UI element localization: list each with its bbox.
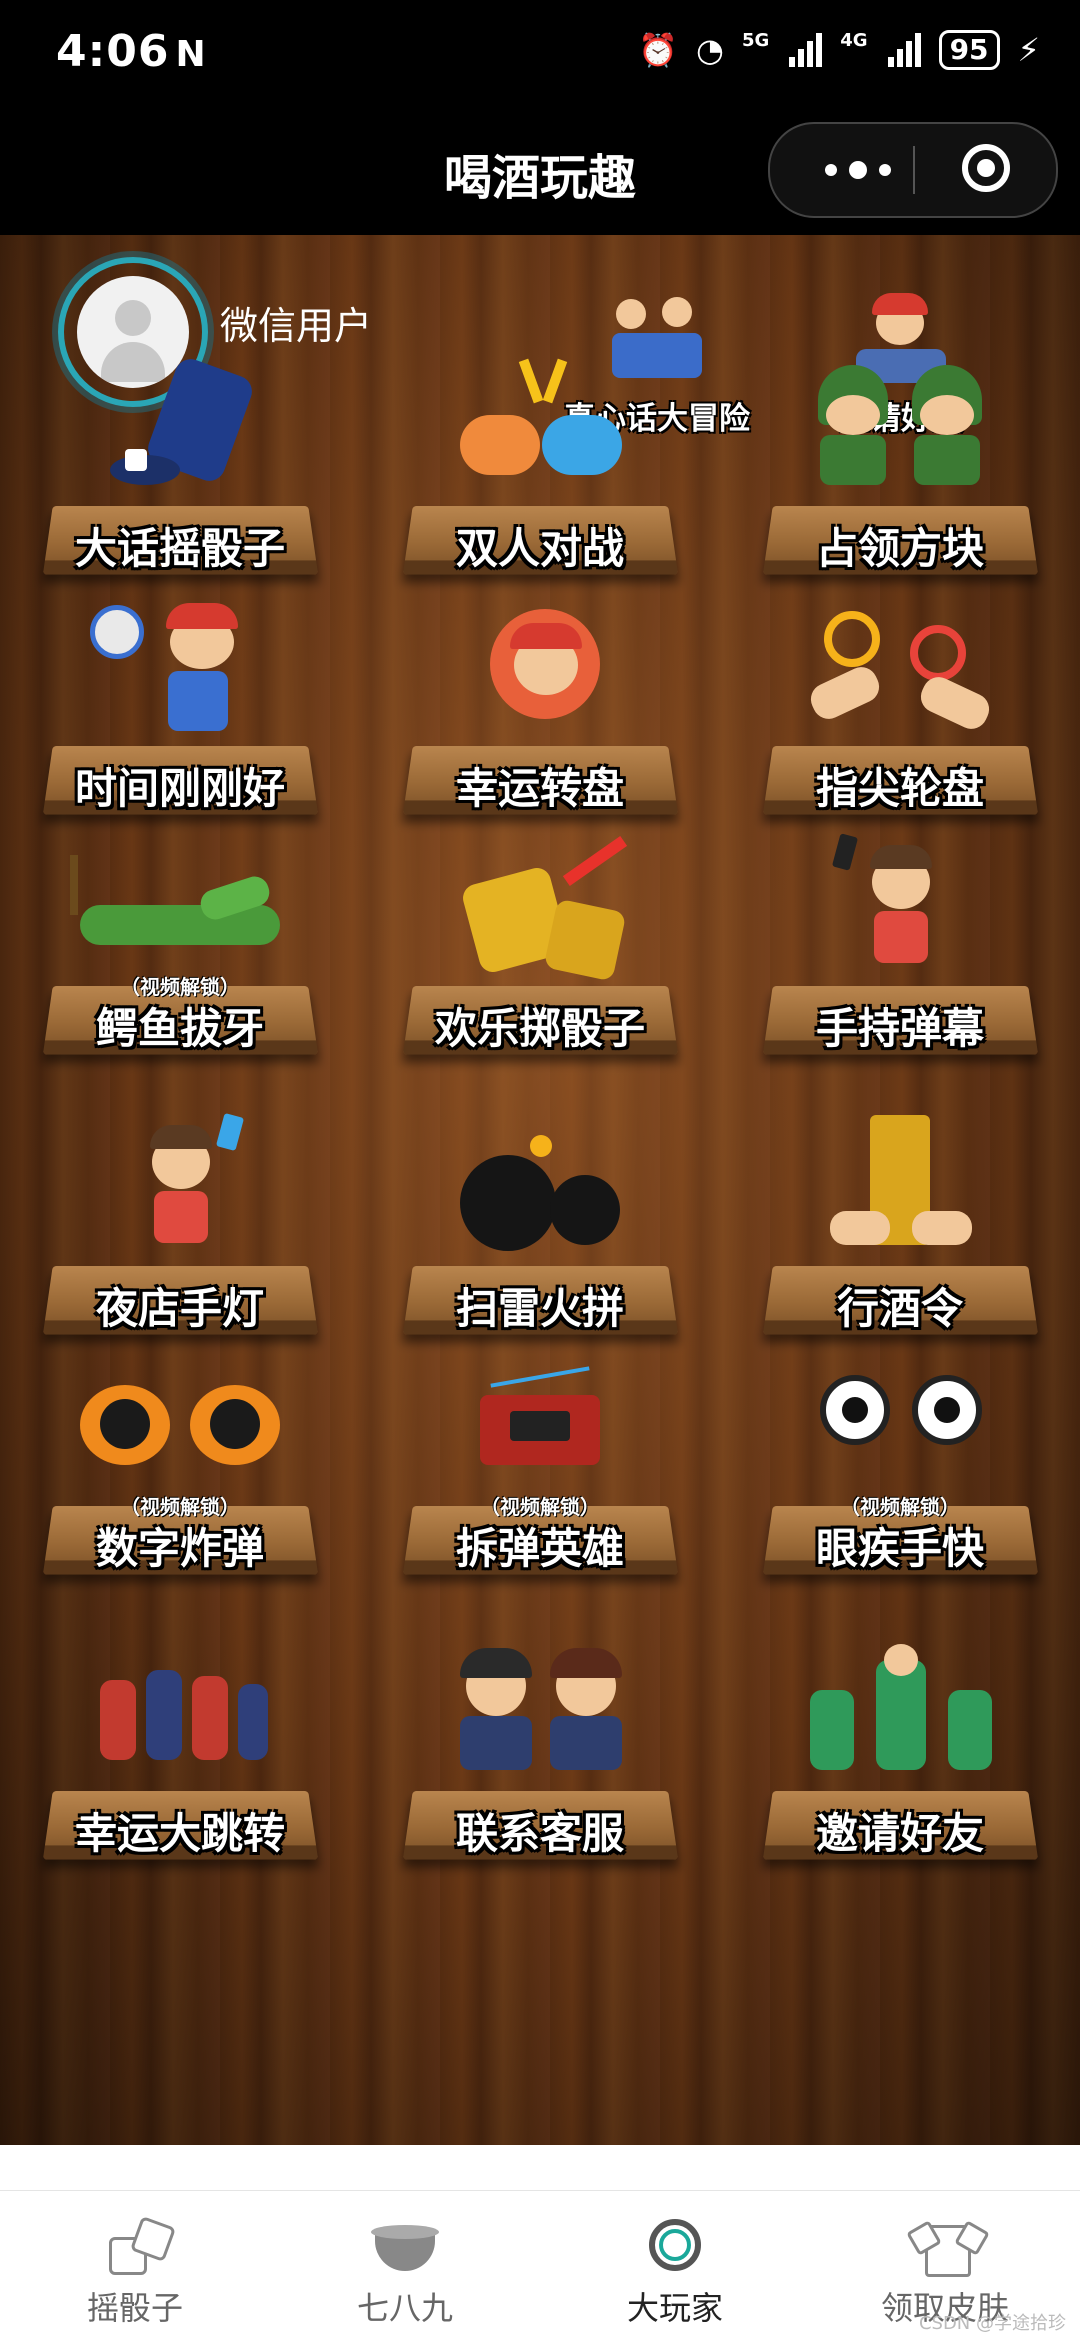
soldiers-icon [790,355,1010,505]
miniprogram-capsule [768,122,1058,218]
game-tile-bomb-defuse[interactable]: （视频解锁） 拆弹英雄 [390,1355,690,1595]
shirt-icon [905,2211,990,2281]
ring-icon [635,2211,715,2281]
game-tile-crocodile-teeth[interactable]: （视频解锁） 鳄鱼拔牙 [30,835,330,1075]
game-tile-perfect-timing[interactable]: 时间刚刚好 [30,595,330,835]
battery-indicator: 95 [938,30,1000,70]
alarm-icon: ⏰ [638,31,679,69]
close-miniprogram-button[interactable] [962,144,1010,192]
bottom-tab-bar: 摇骰子 七八九 大玩家 领取皮肤 CSDN @学途拾珍 [0,2190,1080,2341]
phone-wave-icon [790,833,1010,985]
nfc-icon: N [175,34,207,75]
clock: 4:06 N [56,26,207,77]
user-name: 微信用户 [220,303,373,348]
game-tile-happy-dice[interactable]: 欢乐掷骰子 [390,835,690,1075]
eyes-icon [790,1355,1010,1505]
fingertip-target-icon [790,595,1010,745]
game-tile-dice-bluff[interactable]: 大话摇骰子 [30,354,330,595]
game-tile-quick-eyes[interactable]: （视频解锁） 眼疾手快 [750,1355,1050,1595]
lucky-wheel-icon [430,595,650,745]
dice-cup-icon [70,354,290,505]
alarm-clock-character-icon [70,595,290,745]
game-tile-number-bomb[interactable]: （视频解锁） 数字炸弹 [30,1355,330,1595]
tab-seven-eight-nine[interactable]: 七八九 [270,2211,540,2329]
fist-bump-icon [430,355,650,505]
game-tile-club-light[interactable]: 夜店手灯 [30,1112,330,1355]
game-tile-minesweeper[interactable]: 扫雷火拼 [390,1115,690,1355]
wifi-icon: ◔ [696,31,724,69]
title-bar: 喝酒玩趣 [0,110,1080,235]
capsule-divider [913,146,915,194]
game-board: 微信用户 真心话大冒险 邀请好友 大话摇骰子 双人对战 占领方块 时间刚刚好 幸… [0,235,1080,2145]
game-tile-drinking-game[interactable]: 行酒令 [750,1115,1050,1355]
dynamite-icon [430,1355,650,1505]
golden-tokens-icon [790,1115,1010,1265]
signal-5g-icon [789,33,823,67]
signal-4g-label: 4G [840,30,868,51]
game-tile-customer-service[interactable]: 联系客服 [390,1640,690,1880]
game-tile-occupy-blocks[interactable]: 占领方块 [750,355,1050,595]
game-tile-lucky-wheel[interactable]: 幸运转盘 [390,595,690,835]
more-menu-button[interactable] [808,124,908,216]
watermark: CSDN @学途拾珍 [918,2313,1066,2334]
game-tile-fingertip-wheel[interactable]: 指尖轮盘 [750,595,1050,835]
customer-service-icon [430,1640,650,1790]
tabbar-spacer [0,2145,1080,2190]
tab-dice[interactable]: 摇骰子 [0,2211,270,2329]
number-bomb-icon [70,1355,290,1505]
phone-light-icon [70,1112,290,1265]
dancing-friends-icon [790,1640,1010,1790]
signal-5g-label: 5G [741,30,770,51]
signal-4g-icon [887,33,921,67]
charging-icon: ⚡ [1017,31,1040,69]
golden-dice-icon [430,835,650,985]
game-tile-lucky-jump[interactable]: 幸运大跳转 [30,1640,330,1880]
bowl-icon [365,2211,445,2281]
crocodile-icon [70,835,290,985]
game-tile-invite-friends[interactable]: 邀请好友 [750,1640,1050,1880]
bomb-icon [430,1115,650,1265]
dice-icon [95,2211,177,2281]
status-bar: 4:06 N ⏰ ◔ 5G 4G 95 ⚡ [0,0,1080,110]
game-tile-handheld-danmaku[interactable]: 手持弹幕 [750,833,1050,1075]
crowd-icon [70,1640,290,1790]
tab-big-player[interactable]: 大玩家 [540,2211,810,2329]
game-tile-versus[interactable]: 双人对战 [390,355,690,595]
